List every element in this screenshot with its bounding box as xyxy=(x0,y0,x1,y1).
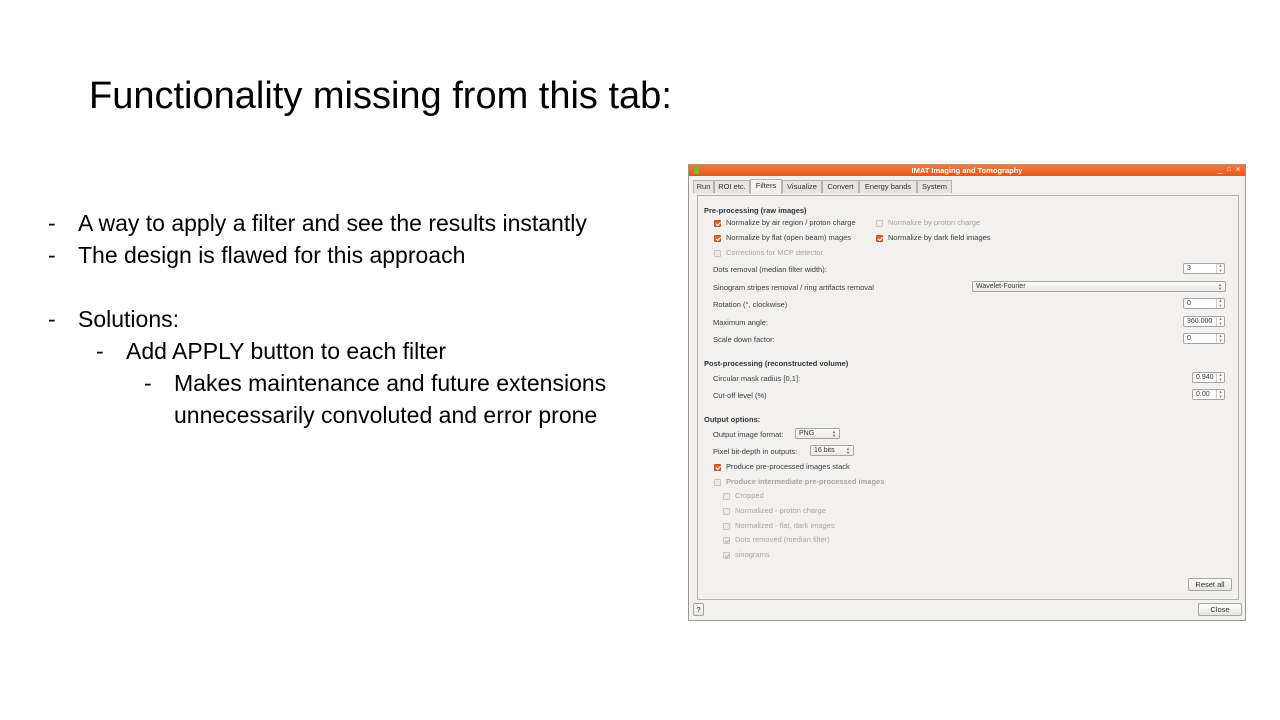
dots-removed-label: Dots removed (median filter) xyxy=(735,535,830,544)
bullet-text: A way to apply a filter and see the resu… xyxy=(78,210,587,236)
window-title: IMAT Imaging and Tomography xyxy=(911,166,1023,175)
tab-system[interactable]: System xyxy=(917,180,952,193)
bullet-dash: - xyxy=(48,242,56,268)
norm-air-checkbox[interactable] xyxy=(714,220,721,227)
intermediate-checkbox[interactable] xyxy=(714,479,721,486)
dots-removed-checkbox[interactable] xyxy=(723,537,730,544)
output-heading: Output options: xyxy=(704,415,761,424)
dots-removal-value: 3 xyxy=(1187,265,1191,272)
norm-proton-output-checkbox[interactable] xyxy=(723,508,730,515)
reset-all-button[interactable]: Reset all xyxy=(1188,578,1232,591)
mask-radius-label: Circular mask radius [0,1]: xyxy=(713,374,801,383)
bullet-dash: - xyxy=(48,306,56,332)
close-icon[interactable]: × xyxy=(1234,166,1242,174)
bullet-text: unnecessarily convoluted and error prone xyxy=(174,402,598,428)
max-angle-value: 360.000 xyxy=(1187,318,1213,325)
maximize-icon[interactable]: □ xyxy=(1225,166,1233,174)
rotation-label: Rotation (°, clockwise) xyxy=(713,300,788,309)
bit-depth-value: 16 bits xyxy=(814,447,835,454)
spin-arrows-icon[interactable]: ▲ ▼ xyxy=(1216,298,1224,308)
scale-down-spinbox[interactable]: 0 ▲ ▼ xyxy=(1183,333,1225,344)
sinogram-select[interactable]: Wavelet-Fourier ▲ ▼ xyxy=(972,281,1226,292)
spin-arrows-icon[interactable]: ▲ ▼ xyxy=(1216,389,1224,399)
norm-air-label: Normalize by air region / proton charge xyxy=(726,218,856,227)
slide-title: Functionality missing from this tab: xyxy=(89,75,672,117)
dots-removal-spinbox[interactable]: 3 ▲ ▼ xyxy=(1183,263,1225,274)
norm-dark-checkbox[interactable] xyxy=(876,235,883,242)
mask-radius-value: 0.940 xyxy=(1196,374,1214,381)
output-format-value: PNG xyxy=(799,430,815,437)
norm-flat-output-label: Normalized - flat, dark images xyxy=(735,521,835,530)
scale-down-label: Scale down factor: xyxy=(713,335,775,344)
norm-flat-checkbox[interactable] xyxy=(714,235,721,242)
norm-flat-output-checkbox[interactable] xyxy=(723,523,730,530)
spin-arrows-icon[interactable]: ▲ ▼ xyxy=(1216,372,1224,382)
tab-filters[interactable]: Filters xyxy=(750,179,782,194)
cropped-label: Cropped xyxy=(735,491,764,500)
sinogram-value: Wavelet-Fourier xyxy=(976,283,1026,290)
norm-proton-checkbox[interactable] xyxy=(876,220,883,227)
preprocessing-heading: Pre-processing (raw images) xyxy=(704,206,807,215)
intermediate-label: Produce intermediate pre-processed image… xyxy=(726,477,885,486)
combo-arrows-icon: ▲ ▼ xyxy=(832,429,836,438)
tab-visualize[interactable]: Visualize xyxy=(782,180,822,193)
bullet-text: The design is flawed for this approach xyxy=(78,242,466,268)
postprocessing-heading: Post-processing (reconstructed volume) xyxy=(704,359,849,368)
stack-checkbox[interactable] xyxy=(714,464,721,471)
mcp-label: Corrections for MCP detector xyxy=(726,248,823,257)
cropped-checkbox[interactable] xyxy=(723,493,730,500)
bit-depth-label: Pixel bit-depth in outputs: xyxy=(713,447,798,456)
spin-arrows-icon[interactable]: ▲ ▼ xyxy=(1216,316,1224,326)
tab-run[interactable]: Run xyxy=(693,180,714,193)
norm-proton-label: Normalize by proton charge xyxy=(888,218,981,227)
bit-depth-select[interactable]: 16 bits ▲ ▼ xyxy=(810,445,854,456)
max-angle-spinbox[interactable]: 360.000 ▲ ▼ xyxy=(1183,316,1225,327)
dots-removal-label: Dots removal (median filter width): xyxy=(713,265,827,274)
scale-down-value: 0 xyxy=(1187,335,1191,342)
bullet-text: Makes maintenance and future extensions xyxy=(174,370,607,396)
max-angle-label: Maximum angle: xyxy=(713,318,769,327)
norm-proton-output-label: Normalized - proton charge xyxy=(735,506,826,515)
norm-dark-label: Normalize by dark field images xyxy=(888,233,991,242)
bullet-text: Solutions: xyxy=(78,306,180,332)
output-format-label: Output image format: xyxy=(713,430,784,439)
rotation-value: 0 xyxy=(1187,300,1191,307)
filters-panel: Pre-processing (raw images) Normalize by… xyxy=(697,195,1239,600)
bullet-dash: - xyxy=(96,338,104,364)
cutoff-label: Cut-off level (%) xyxy=(713,391,767,400)
imat-window: IMAT Imaging and Tomography _ □ × Run RO… xyxy=(688,164,1246,621)
output-format-select[interactable]: PNG ▲ ▼ xyxy=(795,428,840,439)
sinograms-checkbox[interactable] xyxy=(723,552,730,559)
stack-label: Produce pre-processed images stack xyxy=(726,462,850,471)
norm-flat-label: Normalize by flat (open beam) mages xyxy=(726,233,852,242)
mcp-checkbox[interactable] xyxy=(714,250,721,257)
rotation-spinbox[interactable]: 0 ▲ ▼ xyxy=(1183,298,1225,309)
tab-convert[interactable]: Convert xyxy=(822,180,859,193)
tab-roi[interactable]: ROI etc. xyxy=(714,180,750,193)
mask-radius-spinbox[interactable]: 0.940 ▲ ▼ xyxy=(1192,372,1225,383)
sinograms-label: sinograms xyxy=(735,550,770,559)
sinogram-label: Sinogram stripes removal / ring artifact… xyxy=(713,283,874,292)
spin-arrows-icon[interactable]: ▲ ▼ xyxy=(1216,333,1224,343)
combo-arrows-icon: ▲ ▼ xyxy=(1218,282,1222,291)
help-button[interactable]: ? xyxy=(693,603,704,616)
cutoff-spinbox[interactable]: 0.00 ▲ ▼ xyxy=(1192,389,1225,400)
bullet-dash: - xyxy=(48,210,56,236)
spin-arrows-icon[interactable]: ▲ ▼ xyxy=(1216,263,1224,273)
combo-arrows-icon: ▲ ▼ xyxy=(846,446,850,455)
tab-energy-bands[interactable]: Energy bands xyxy=(859,180,917,193)
close-button[interactable]: Close xyxy=(1198,603,1242,616)
bullet-text: Add APPLY button to each filter xyxy=(126,338,447,364)
bullet-dash: - xyxy=(144,370,152,396)
window-titlebar[interactable]: IMAT Imaging and Tomography _ □ × xyxy=(689,165,1245,176)
minimize-icon[interactable]: _ xyxy=(1216,166,1224,174)
cutoff-value: 0.00 xyxy=(1196,391,1210,398)
